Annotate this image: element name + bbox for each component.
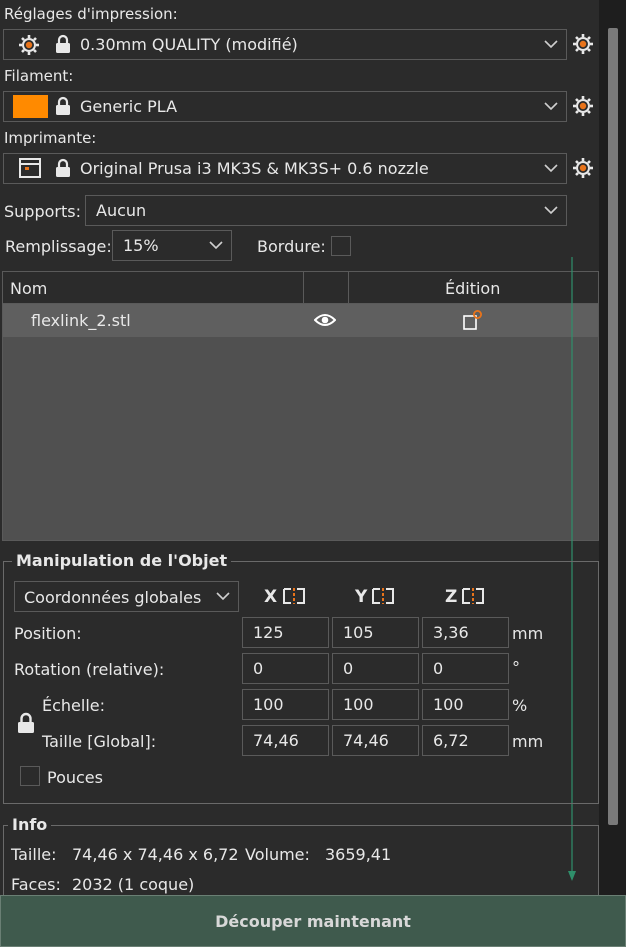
object-list[interactable]: Nom Édition flexlink_2.stl — [2, 271, 599, 541]
info-size-value: 74,46 x 74,46 x 6,72 — [72, 845, 239, 864]
chevron-down-icon — [544, 164, 558, 173]
supports-label: Supports: — [4, 202, 81, 221]
info-volume-value: 3659,41 — [325, 845, 392, 864]
print-settings-combo[interactable]: 0.30mm QUALITY (modifié) — [3, 29, 567, 60]
filament-color-swatch[interactable] — [13, 95, 48, 118]
brim-checkbox[interactable] — [331, 236, 351, 256]
supports-combo[interactable]: Aucun — [85, 195, 567, 226]
print-settings-value: 0.30mm QUALITY (modifié) — [80, 35, 298, 54]
info-volume-label: Volume: — [245, 845, 310, 864]
edit-settings-icon[interactable] — [462, 309, 484, 331]
supports-value: Aucun — [96, 201, 147, 220]
scale-x-field[interactable]: 100 — [242, 689, 329, 720]
size-label: Taille [Global]: — [42, 732, 157, 751]
scale-z-field[interactable]: 100 — [422, 689, 509, 720]
scale-y-field[interactable]: 100 — [332, 689, 419, 720]
printer-combo[interactable]: Original Prusa i3 MK3S & MK3S+ 0.6 nozzl… — [3, 153, 567, 184]
rotation-label: Rotation (relative): — [14, 660, 165, 679]
inches-checkbox[interactable] — [20, 766, 40, 786]
filament-value: Generic PLA — [80, 97, 178, 116]
settings-gear-icon — [19, 35, 39, 55]
drop-to-bed-x-icon[interactable] — [283, 587, 305, 605]
chevron-down-icon — [544, 40, 558, 49]
table-row[interactable]: flexlink_2.stl — [3, 304, 598, 337]
rotation-unit: ° — [512, 658, 520, 677]
rotation-y-field[interactable]: 0 — [332, 653, 419, 684]
col-edit-header[interactable]: Édition — [445, 279, 500, 298]
col-name-header[interactable]: Nom — [10, 279, 47, 298]
object-name: flexlink_2.stl — [31, 311, 131, 330]
scale-label: Échelle: — [42, 696, 106, 715]
position-z-field[interactable]: 3,36 — [422, 617, 509, 648]
chevron-down-icon — [544, 102, 558, 111]
object-manipulation-title: Manipulation de l'Objet — [12, 551, 232, 570]
axis-x-label: X — [264, 587, 278, 607]
infill-combo[interactable]: 15% — [112, 230, 232, 261]
print-settings-label: Réglages d'impression: — [4, 5, 178, 23]
scale-unit: % — [512, 696, 528, 715]
edit-printer-gear-icon[interactable] — [572, 157, 594, 179]
drop-to-bed-y-icon[interactable] — [372, 587, 394, 605]
chevron-down-icon — [544, 206, 558, 215]
coordinates-combo[interactable]: Coordonnées globales — [14, 581, 239, 612]
infill-value: 15% — [123, 236, 159, 255]
chevron-down-icon — [209, 241, 223, 250]
coordinates-value: Coordonnées globales — [24, 588, 202, 607]
lock-icon — [56, 34, 70, 53]
rotation-z-field[interactable]: 0 — [422, 653, 509, 684]
filament-label: Filament: — [4, 67, 74, 85]
drop-to-bed-z-icon[interactable] — [462, 587, 484, 605]
inches-label: Pouces — [47, 768, 103, 787]
size-unit: mm — [512, 732, 544, 751]
infill-label: Remplissage: — [5, 237, 112, 256]
info-size-label: Taille: — [11, 845, 57, 864]
eye-icon[interactable] — [314, 312, 336, 328]
rotation-x-field[interactable]: 0 — [242, 653, 329, 684]
axis-z-label: Z — [445, 587, 458, 607]
printer-label: Imprimante: — [4, 129, 97, 147]
lock-icon — [56, 158, 70, 177]
object-list-header: Nom Édition — [3, 272, 598, 304]
size-x-field[interactable]: 74,46 — [242, 725, 329, 756]
position-x-field[interactable]: 125 — [242, 617, 329, 648]
scale-lock-icon[interactable] — [17, 712, 35, 734]
printer-value: Original Prusa i3 MK3S & MK3S+ 0.6 nozzl… — [80, 159, 429, 178]
edit-filament-gear-icon[interactable] — [572, 95, 594, 117]
printer-icon — [19, 158, 41, 178]
edit-print-settings-gear-icon[interactable] — [572, 33, 594, 55]
filament-combo[interactable]: Generic PLA — [3, 91, 567, 122]
position-label: Position: — [14, 624, 82, 643]
position-unit: mm — [512, 624, 544, 643]
info-faces-label: Faces: — [11, 875, 61, 894]
chevron-down-icon — [216, 592, 230, 601]
axis-y-label: Y — [355, 587, 368, 607]
slice-now-label: Découper maintenant — [215, 911, 411, 931]
size-z-field[interactable]: 6,72 — [422, 725, 509, 756]
size-y-field[interactable]: 74,46 — [332, 725, 419, 756]
position-y-field[interactable]: 105 — [332, 617, 419, 648]
slice-now-button[interactable]: Découper maintenant — [0, 895, 626, 947]
scrollbar-thumb[interactable] — [608, 28, 618, 825]
info-title: Info — [8, 815, 52, 834]
lock-icon — [56, 96, 70, 115]
info-faces-value: 2032 (1 coque) — [72, 875, 195, 894]
brim-label: Bordure: — [257, 237, 326, 256]
